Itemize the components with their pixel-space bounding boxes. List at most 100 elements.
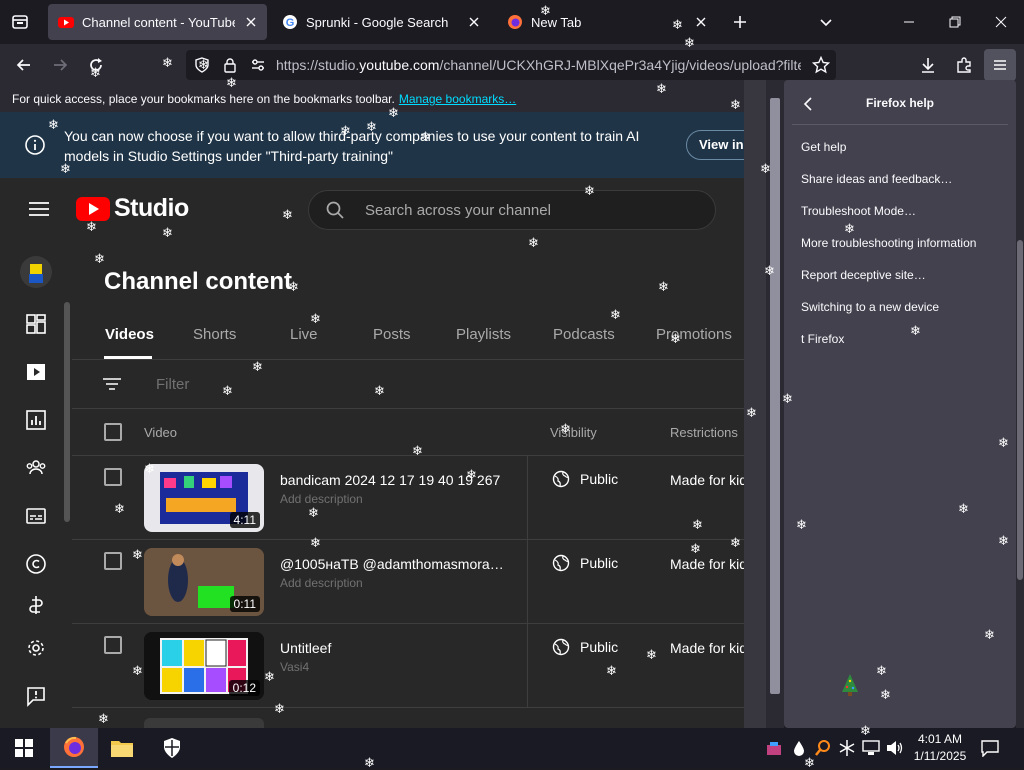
restore-window-icon[interactable] [932,0,978,44]
visibility-cell[interactable]: Public [552,554,618,572]
scrollbar-thumb[interactable] [770,98,780,694]
video-title[interactable]: Untitleef [280,640,510,656]
manage-bookmarks-link[interactable]: Manage bookmarks… [399,92,516,106]
url-text[interactable]: https://studio.youtube.com/channel/UCKXh… [276,57,801,73]
channel-avatar[interactable] [20,256,52,288]
permissions-sliders-icon[interactable] [250,57,266,73]
tab-playlists[interactable]: Playlists [456,326,511,343]
video-duration: 4:11 [229,512,260,528]
close-tab-icon[interactable] [243,14,259,30]
column-header-restrictions[interactable]: Restrictions [670,425,738,440]
filter-placeholder: Filter [156,376,190,393]
tray-app-icon[interactable] [766,740,782,756]
snowflake-icon: ❄ [672,17,683,32]
filter-bar[interactable]: Filter [72,360,744,408]
snowflake-icon: ❄ [48,117,59,132]
url-domain: youtube.com [359,57,440,73]
video-title[interactable]: @1005наТВ @adamthomasmoran @... [280,556,510,572]
column-divider [527,540,528,624]
tab-live[interactable]: Live [290,326,318,343]
video-thumbnail[interactable]: 0:11 [144,548,264,616]
network-icon[interactable] [862,740,880,756]
row-checkbox[interactable] [104,468,122,486]
table-row[interactable]: 0:11 @1005наТВ @adamthomasmoran @... Add… [72,540,744,624]
file-explorer-folder-icon[interactable] [98,728,146,768]
snowflake-icon: ❄ [658,279,669,294]
dashboard-icon[interactable] [22,310,50,338]
new-tab-plus-icon[interactable] [730,12,750,32]
analytics-icon[interactable] [22,406,50,434]
panel-scrollbar-thumb[interactable] [1017,240,1023,580]
bookmark-star-icon[interactable] [812,56,830,74]
get-help-item[interactable]: Get help [801,140,846,154]
video-thumbnail[interactable]: 0:12 [144,632,264,700]
windows-start-icon[interactable] [0,728,48,768]
column-header-video: Video [144,425,178,440]
app-menu-hamburger-icon[interactable] [984,49,1016,81]
more-troubleshooting-item[interactable]: More troubleshooting information [801,236,976,250]
send-feedback-icon[interactable] [22,682,50,710]
community-icon[interactable] [22,454,50,482]
content-icon[interactable] [22,358,50,386]
channel-search-box[interactable]: Search across your channel [308,190,716,230]
firefox-taskbar-icon[interactable] [50,728,98,768]
filter-lines-icon[interactable] [102,376,122,392]
padlock-icon[interactable] [222,57,238,73]
tab-posts[interactable]: Posts [373,326,411,343]
tray-snowflake-icon[interactable] [838,739,856,757]
back-arrow-icon[interactable] [8,49,40,81]
select-all-checkbox[interactable] [104,423,122,441]
snowflake-icon: ❄ [540,3,551,18]
about-firefox-item[interactable]: t Firefox [801,332,844,346]
list-all-tabs-chevron-down-icon[interactable] [816,12,836,32]
snowflake-icon: ❄ [252,359,263,374]
tab-promotions[interactable]: Promotions [656,326,732,343]
firefox-help-panel: Firefox help Get help Share ideas and fe… [784,80,1016,728]
hamburger-menu-icon[interactable] [28,198,50,220]
tab-podcasts[interactable]: Podcasts [553,326,615,343]
address-bar[interactable]: https://studio.youtube.com/channel/UCKXh… [186,50,836,80]
table-row[interactable]: 4:11 bandicam 2024 12 17 19 40 19 267 Ad… [72,456,744,540]
visibility-cell[interactable]: Public [552,638,618,656]
minimize-window-icon[interactable] [886,0,932,44]
troubleshoot-mode-item[interactable]: Troubleshoot Mode… [801,204,916,218]
svg-text:G: G [286,17,295,29]
snowflake-icon: ❄ [364,755,375,770]
tab-youtube-studio[interactable]: Channel content - YouTube Studio [48,4,267,40]
earn-icon[interactable] [22,596,50,614]
visibility-cell[interactable]: Public [552,470,618,488]
panel-scrollbar[interactable] [1016,80,1024,728]
row-checkbox[interactable] [104,552,122,570]
tray-search-icon[interactable] [814,739,832,757]
tab-google-search[interactable]: G Sprunki - Google Search [272,4,490,40]
report-deceptive-site-item[interactable]: Report deceptive site… [801,268,926,282]
snowflake-icon: ❄ [412,443,423,458]
firefox-view-icon[interactable] [10,12,30,32]
left-nav-scrollbar[interactable] [64,302,70,522]
subtitles-icon[interactable] [22,502,50,530]
view-in-settings-button[interactable]: View in s [686,130,744,160]
downloads-icon[interactable] [912,49,944,81]
copyright-icon[interactable] [22,550,50,578]
share-ideas-item[interactable]: Share ideas and feedback… [801,172,952,186]
tray-droplet-icon[interactable] [792,740,806,756]
extensions-puzzle-icon[interactable] [948,49,980,81]
column-header-visibility[interactable]: Visibility [550,425,597,440]
forward-arrow-icon[interactable] [44,49,76,81]
close-tab-icon[interactable] [466,14,482,30]
windows-security-shield-icon[interactable] [148,728,196,768]
close-tab-icon[interactable] [693,14,709,30]
taskbar-clock[interactable]: 4:01 AM 1/11/2025 [912,731,968,765]
globe-icon [552,554,570,572]
close-window-icon[interactable] [978,0,1024,44]
video-thumbnail[interactable]: 4:11 [144,464,264,532]
bookmarks-hint-text: For quick access, place your bookmarks h… [12,92,395,106]
table-row[interactable]: 0:12 Untitleef Vasi4 Public Made for kid… [72,624,744,708]
row-checkbox[interactable] [104,636,122,654]
settings-gear-icon[interactable] [22,634,50,662]
volume-speaker-icon[interactable] [886,740,904,756]
notifications-chat-icon[interactable] [980,739,1000,757]
tab-shorts[interactable]: Shorts [193,326,236,343]
switching-device-item[interactable]: Switching to a new device [801,300,939,314]
tab-videos[interactable]: Videos [105,326,154,343]
